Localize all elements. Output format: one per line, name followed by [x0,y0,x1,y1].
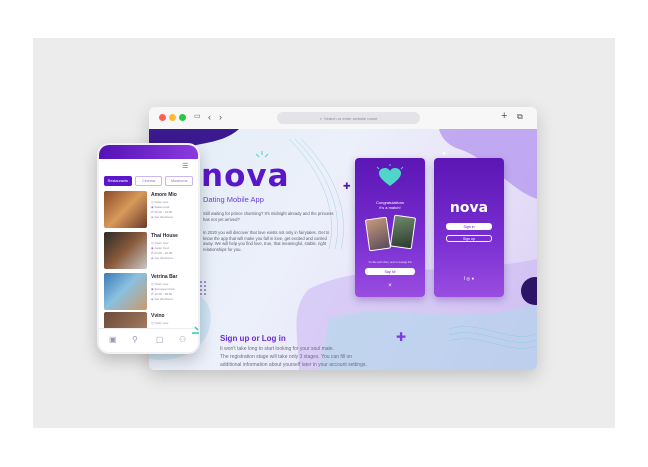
sidebar-icon[interactable]: ▭ [194,111,201,123]
restaurant-meta: ◈Get directions [151,256,173,260]
food-icon: ◉ [151,287,154,291]
minimize-window-dot[interactable] [169,114,176,121]
login-screen: nova Sign in Sign up f ◎ ● [434,158,504,297]
bottom-nav: ▣ ⚲ ▢ ⚇ [99,328,198,352]
clock-icon: ◷ [151,200,154,204]
match-photo-right [389,214,417,250]
maximize-window-dot[interactable] [179,114,186,121]
sign-up-button[interactable]: Sign up [446,235,492,242]
match-photo-left [364,216,392,252]
list-item[interactable]: Amore Mio ◷Open now ◉Italian food ✆02:00… [104,191,193,228]
restaurant-photo [104,273,147,310]
restaurant-name: Vvino [151,313,165,319]
sign-in-button[interactable]: Sign in [446,223,492,230]
address-placeholder: Search or enter website name [323,115,378,121]
list-item[interactable]: Vetrina Bar ◷Open now ◉European food ✆12… [104,273,193,310]
decorative-accent [192,326,199,334]
signup-line: It won't take long to start looking for … [220,346,335,352]
intro-text: Still waiting for prince charming? It's … [203,211,334,222]
match-message: You like each other, send a message firs… [368,261,412,264]
match-title-line: it's a match! [379,205,401,210]
location-icon: ◈ [151,297,154,301]
address-bar[interactable]: ⌕ Search or enter website name [277,112,420,124]
heart-icon [376,164,404,186]
signup-line: additional information about yourself la… [220,362,367,368]
phone-icon: ✆ [151,251,154,255]
browser-toolbar: ▭ ‹ › ⌕ Search or enter website name + ⧉ [149,107,537,130]
signup-heading: Sign up or Log in [220,334,286,343]
clock-icon: ◷ [151,321,154,325]
location-icon: ◈ [151,256,154,260]
food-icon: ◉ [151,205,154,209]
logo-sparkle-icon [255,151,269,158]
close-icon[interactable]: × [355,283,425,289]
signup-description: It won't take long to start looking for … [220,345,420,369]
svg-text:✚: ✚ [343,182,351,192]
restaurant-photo [104,191,147,228]
phone-icon: ✆ [151,210,154,214]
restaurant-meta: ✆02:00 - 23:00 [151,210,173,214]
restaurant-meta: ✆12:00 - 00:00 [151,292,173,296]
search-icon: ⌕ [319,115,322,121]
home-icon[interactable]: ▣ [109,335,117,344]
restaurant-name: Thai House [151,233,178,239]
match-screen: Congratulations it's a match! You like e… [355,158,425,297]
restaurant-meta: ◈Get directions [151,215,173,219]
food-icon: ◉ [151,246,154,250]
say-hi-button[interactable]: Say hi! [365,268,415,275]
app-subtitle: Dating Mobile App [203,195,264,204]
restaurant-photo [104,312,147,328]
restaurant-name: Amore Mio [151,192,177,198]
restaurant-meta: ◷Open now [151,241,169,245]
phone-header [99,145,198,159]
svg-text:✚: ✚ [396,330,406,344]
chat-icon[interactable]: ▢ [156,335,164,344]
restaurant-meta: ◈Get directions [151,297,173,301]
tab-cinema[interactable]: Cinema [134,176,163,186]
body-text: In 2020 you will discover that love exis… [203,230,330,252]
brand-logo: nova [201,158,290,194]
forward-icon[interactable]: › [219,111,222,123]
tabs-overview-icon[interactable]: ⧉ [517,111,523,123]
restaurant-meta: ◉Asian food [151,246,169,250]
login-brand-logo: nova [449,200,489,216]
category-tabs: Restaurants Cinema Museums [104,176,194,186]
clock-icon: ◷ [151,282,154,286]
phone-mockup: ☰ Restaurants Cinema Museums Amore Mio ◷… [97,143,200,354]
tab-museums[interactable]: Museums [165,176,194,186]
restaurant-meta: ◉Italian food [151,205,170,209]
restaurant-meta: ◷Open now [151,282,169,286]
map-pin-icon[interactable]: ⚲ [132,335,138,344]
back-icon[interactable]: ‹ [208,111,211,123]
social-login-icons[interactable]: f ◎ ● [434,276,504,282]
profile-icon[interactable]: ⚇ [179,335,186,344]
close-window-dot[interactable] [159,114,166,121]
filter-icon[interactable]: ☰ [182,162,188,170]
restaurant-photo [104,232,147,269]
clock-icon: ◷ [151,241,154,245]
list-item[interactable]: Vvino ◷Open now [104,312,193,328]
svg-text:✦: ✦ [441,150,447,158]
restaurant-meta: ✆01:00 - 22:00 [151,251,173,255]
restaurant-meta: ◷Open now [151,321,169,325]
signup-line: The registration stage will take only 3 … [220,354,353,360]
location-icon: ◈ [151,215,154,219]
restaurant-meta: ◷Open now [151,200,169,204]
list-item[interactable]: Thai House ◷Open now ◉Asian food ✆01:00 … [104,232,193,269]
restaurant-meta: ◉European food [151,287,175,291]
tab-restaurants[interactable]: Restaurants [104,176,132,186]
phone-icon: ✆ [151,292,154,296]
restaurant-name: Vetrina Bar [151,274,178,280]
new-tab-icon[interactable]: + [501,110,507,122]
